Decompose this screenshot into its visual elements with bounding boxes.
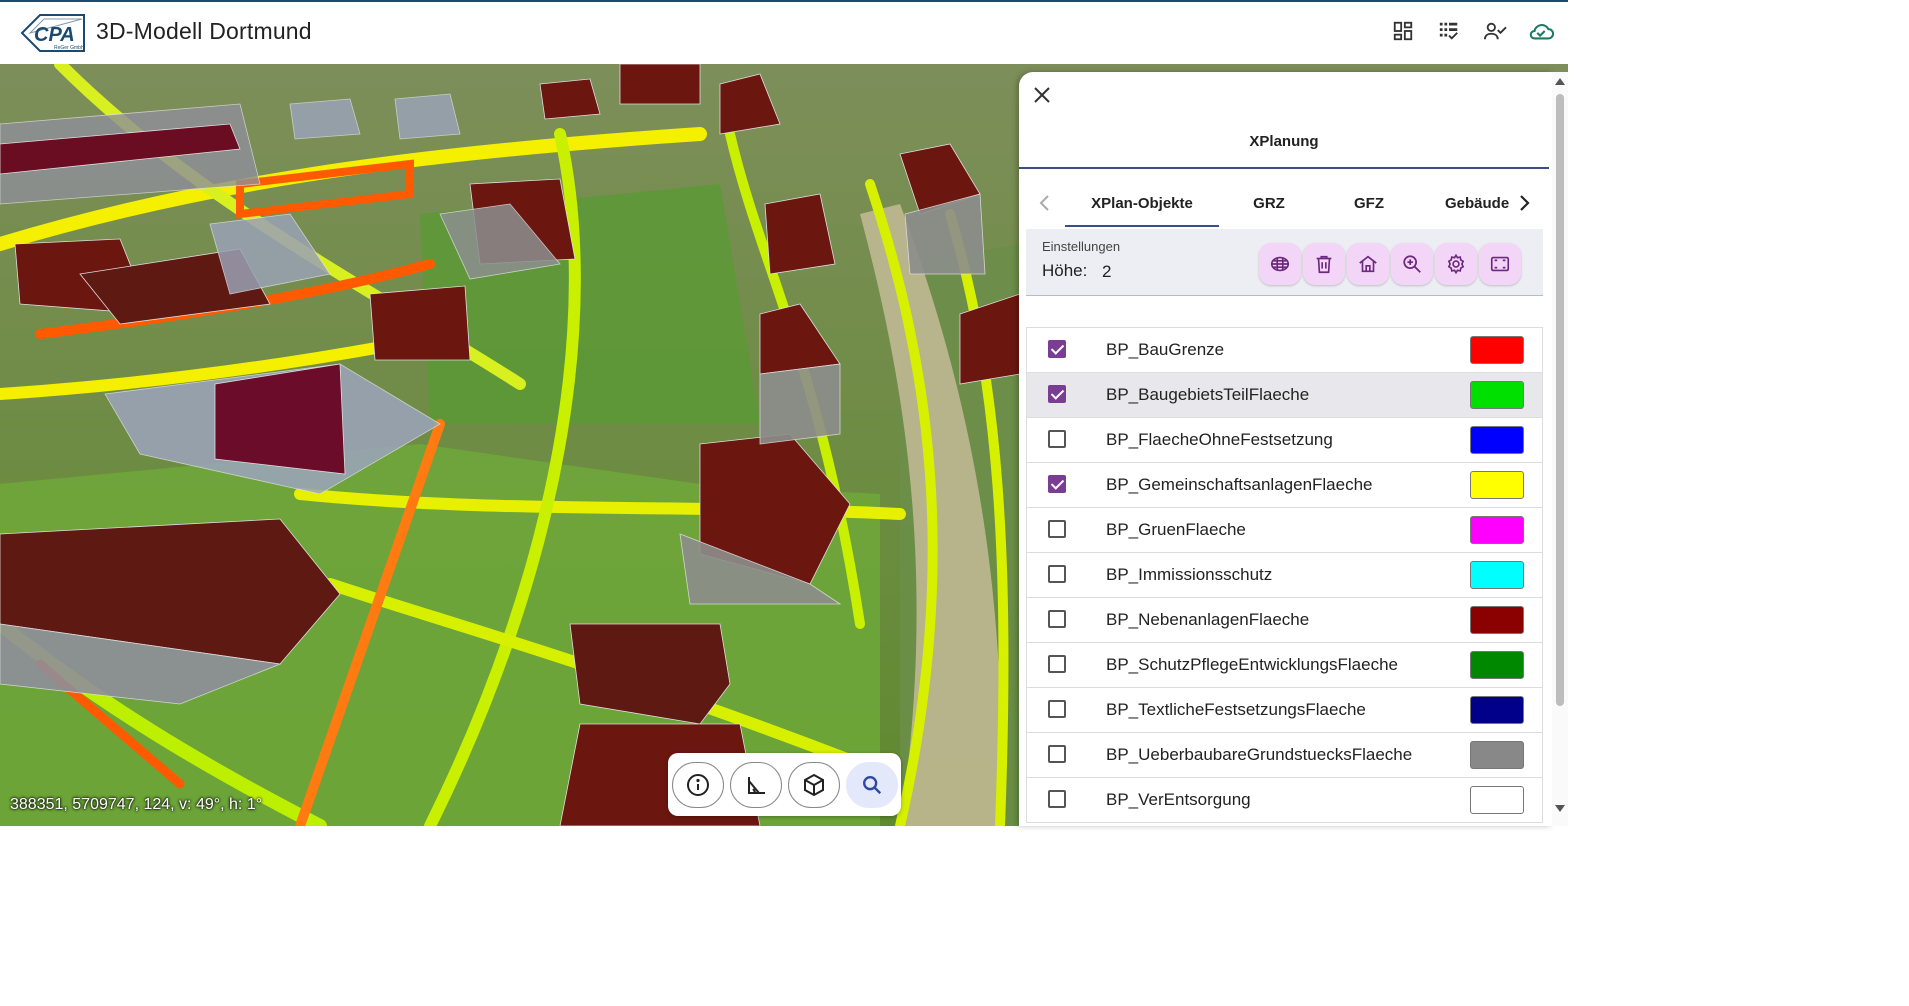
measure-angle-icon [747, 776, 765, 794]
layer-checkbox[interactable] [1048, 655, 1066, 673]
map-toolbar [668, 753, 901, 816]
layer-color-swatch[interactable] [1470, 561, 1524, 589]
layer-color-swatch[interactable] [1470, 741, 1524, 769]
layer-name: BP_TextlicheFestsetzungsFlaeche [1106, 700, 1366, 719]
layer-row[interactable]: BP_BaugebietsTeilFlaeche [1026, 373, 1543, 418]
layer-row[interactable]: BP_GruenFlaeche [1026, 508, 1543, 553]
title-divider [1019, 167, 1549, 169]
tab-bar: XPlan-Objekte GRZ GFZ Gebäude [1019, 179, 1549, 227]
info-button[interactable] [671, 761, 724, 808]
layer-color-swatch[interactable] [1470, 336, 1524, 364]
tab-gebaeude[interactable]: Gebäude [1439, 179, 1511, 227]
layer-name: BP_BauGrenze [1106, 340, 1225, 359]
checklist-icon[interactable] [1436, 18, 1462, 44]
layer-name: BP_GemeinschaftsanlagenFlaeche [1106, 475, 1373, 494]
xplanung-panel: XPlanung XPlan-Objekte GRZ GFZ Gebäude E… [1019, 72, 1552, 826]
layer-checkbox[interactable] [1048, 475, 1066, 493]
layer-name: BP_Immissionsschutz [1106, 565, 1273, 584]
layer-color-swatch[interactable] [1470, 786, 1524, 814]
tab-gfz[interactable]: GFZ [1329, 179, 1409, 227]
zoom-in-button[interactable] [1391, 243, 1433, 285]
cube-button[interactable] [787, 761, 840, 808]
layer-row[interactable]: BP_GemeinschaftsanlagenFlaeche [1026, 463, 1543, 508]
coordinate-readout: 388351, 5709747, 124, v: 49°, h: 1° [10, 796, 263, 813]
layer-checkbox[interactable] [1048, 340, 1066, 358]
layer-checkbox[interactable] [1048, 610, 1066, 628]
layer-row[interactable]: BP_FlaecheOhneFestsetzung [1026, 418, 1543, 463]
layer-row[interactable]: BP_NebenanlagenFlaeche [1026, 598, 1543, 643]
layer-checkbox[interactable] [1048, 700, 1066, 718]
height-value[interactable]: 2 [1102, 262, 1111, 282]
logo-text: CPA [34, 24, 75, 46]
scroll-down-arrow[interactable] [1555, 805, 1565, 812]
cpa-logo: CPA ReGer GmbH [20, 14, 85, 52]
layer-name: BP_SchutzPflegeEntwicklungsFlaeche [1106, 655, 1398, 674]
zoom-in-icon [1403, 255, 1421, 273]
layer-row[interactable]: BP_SchutzPflegeEntwicklungsFlaeche [1026, 643, 1543, 688]
layer-color-swatch[interactable] [1470, 381, 1524, 409]
layer-color-swatch[interactable] [1470, 696, 1524, 724]
layer-checkbox[interactable] [1048, 385, 1066, 403]
layer-color-swatch[interactable] [1470, 606, 1524, 634]
home-button[interactable] [1347, 243, 1389, 285]
layer-checkbox[interactable] [1048, 790, 1066, 808]
layer-checkbox[interactable] [1048, 430, 1066, 448]
cube-icon [803, 773, 824, 796]
frame-icon [1490, 256, 1510, 272]
frame-button[interactable] [1479, 243, 1521, 285]
scroll-up-arrow[interactable] [1555, 78, 1565, 85]
chevron-left-icon[interactable] [1035, 191, 1055, 215]
user-check-icon[interactable] [1482, 18, 1508, 44]
layer-row[interactable]: BP_BauGrenze [1026, 328, 1543, 373]
layer-list: BP_BauGrenze BP_BaugebietsTeilFlaeche BP_F… [1026, 327, 1543, 823]
cloud-done-icon[interactable] [1528, 18, 1554, 44]
layer-name: BP_FlaecheOhneFestsetzung [1106, 430, 1333, 449]
layer-name: BP_BaugebietsTeilFlaeche [1106, 385, 1310, 404]
layer-color-swatch[interactable] [1470, 651, 1524, 679]
logo-subtext: ReGer GmbH [54, 45, 85, 51]
search-icon [862, 775, 881, 794]
app-title: 3D-Modell Dortmund [96, 18, 312, 44]
delete-button[interactable] [1303, 243, 1345, 285]
layer-row[interactable]: BP_VerEntsorgung [1026, 778, 1543, 823]
settings-label: Einstellungen [1042, 239, 1121, 254]
height-label: Höhe: [1042, 261, 1088, 280]
layer-name: BP_NebenanlagenFlaeche [1106, 610, 1310, 629]
measure-angle-button[interactable] [729, 761, 782, 808]
gear-icon [1447, 253, 1465, 275]
layer-name: BP_VerEntsorgung [1106, 790, 1251, 809]
tab-xplan-objekte[interactable]: XPlan-Objekte [1065, 179, 1219, 227]
layer-name: BP_GruenFlaeche [1106, 520, 1246, 539]
panel-scrollbar[interactable] [1552, 72, 1568, 826]
settings-box: Einstellungen Höhe: 2 [1026, 229, 1543, 296]
layer-checkbox[interactable] [1048, 565, 1066, 583]
settings-button[interactable] [1435, 243, 1477, 285]
info-icon [686, 773, 709, 796]
layer-color-swatch[interactable] [1470, 426, 1524, 454]
layer-checkbox[interactable] [1048, 745, 1066, 763]
scroll-thumb[interactable] [1556, 94, 1564, 706]
grid-button[interactable] [1259, 243, 1301, 285]
layer-row[interactable]: BP_TextlicheFestsetzungsFlaeche [1026, 688, 1543, 733]
panel-title: XPlanung [1249, 133, 1319, 150]
close-icon [1034, 87, 1050, 103]
app-header: CPA ReGer GmbH 3D-Modell Dortmund [0, 0, 1568, 64]
close-button[interactable] [1031, 84, 1053, 106]
layer-color-swatch[interactable] [1470, 471, 1524, 499]
layer-checkbox[interactable] [1048, 520, 1066, 538]
dashboard-icon[interactable] [1390, 18, 1416, 44]
layer-color-swatch[interactable] [1470, 516, 1524, 544]
layer-name: BP_UeberbaubareGrundstuecksFlaeche [1106, 745, 1413, 764]
trash-icon [1316, 255, 1332, 274]
chevron-right-icon[interactable] [1514, 191, 1534, 215]
grid-icon [1270, 256, 1290, 272]
search-button[interactable] [845, 761, 898, 808]
layer-row[interactable]: BP_UeberbaubareGrundstuecksFlaeche [1026, 733, 1543, 778]
home-icon [1359, 255, 1377, 273]
layer-row[interactable]: BP_Immissionsschutz [1026, 553, 1543, 598]
tab-grz[interactable]: GRZ [1229, 179, 1309, 227]
